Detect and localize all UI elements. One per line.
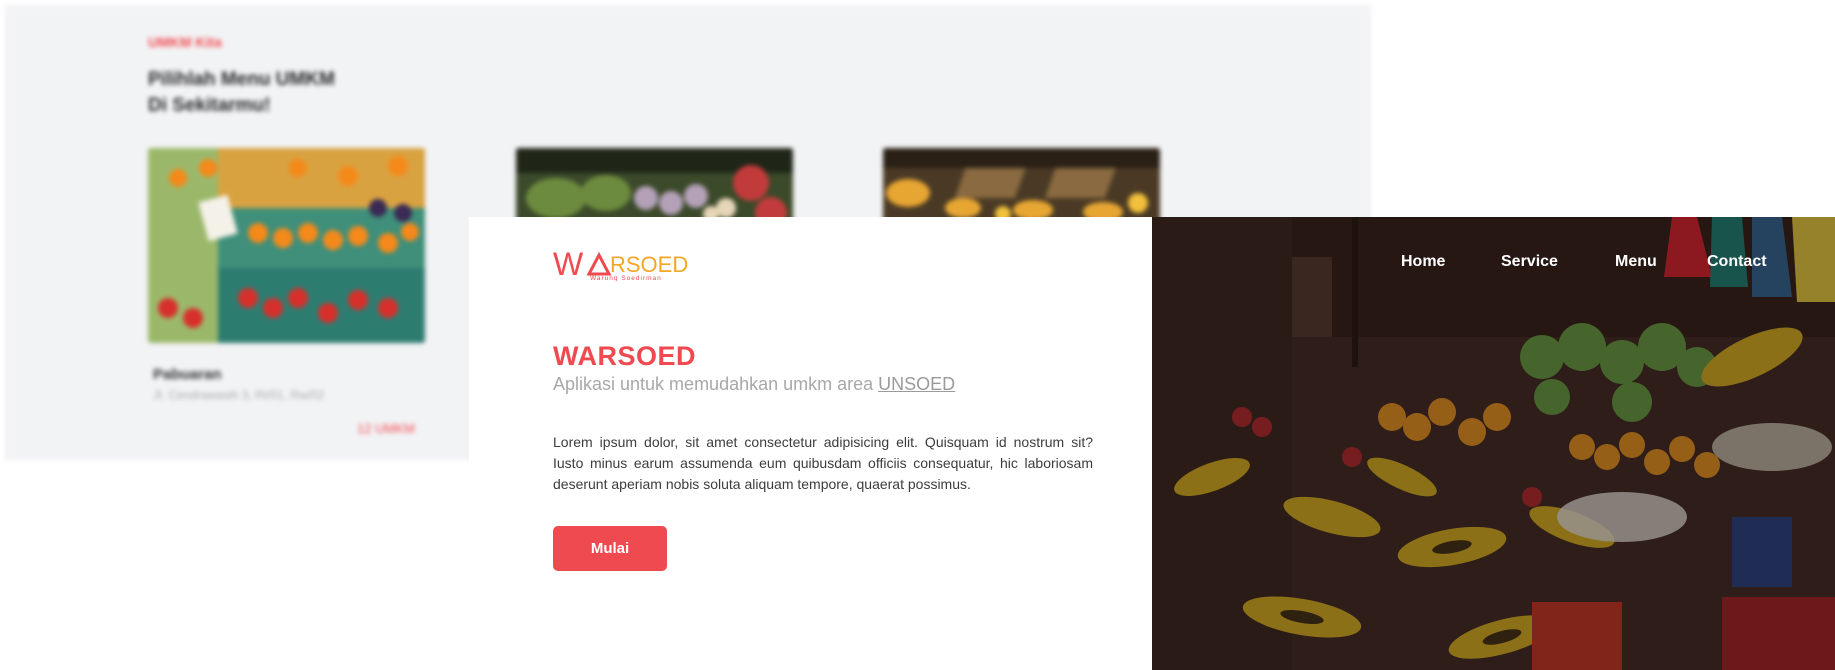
hero-subtitle-text: Aplikasi untuk memudahkan umkm area (553, 374, 879, 394)
warsoed-logo[interactable]: W RSOED Warung Soedirman (553, 245, 693, 282)
section-heading-line2: Di Sekitarmu! (148, 95, 271, 116)
svg-text:RSOED: RSOED (610, 252, 688, 277)
section-eyebrow: UMKM Kita (148, 34, 222, 50)
umkm-card-name: Pabuaran (153, 366, 222, 383)
hero-subtitle: Aplikasi untuk memudahkan umkm area UNSO… (553, 374, 955, 395)
hero-image-panel: Home Service Menu Contact (1152, 217, 1835, 670)
section-heading: Pilihlah Menu UMKM Di Sekitarmu! (148, 67, 335, 119)
hero-title: WARSOED (553, 341, 697, 371)
svg-text:W: W (553, 246, 584, 281)
section-heading-line1: Pilihlah Menu UMKM (148, 69, 335, 90)
hero-description: Lorem ipsum dolor, sit amet consectetur … (553, 434, 1093, 492)
unsoed-link[interactable]: UNSOED (878, 374, 955, 394)
nav-contact[interactable]: Contact (1707, 253, 1767, 271)
market-hero-photo (1152, 217, 1835, 670)
logo-mark-icon: W RSOED Warung Soedirman (553, 246, 688, 282)
mulai-button[interactable]: Mulai (553, 526, 667, 571)
umkm-card-count: 12 UMKM (357, 421, 415, 436)
nav-menu[interactable]: Menu (1615, 253, 1657, 271)
nav-home[interactable]: Home (1401, 253, 1445, 271)
hero-section: W RSOED Warung Soedirman WARSOED Aplikas… (469, 217, 1835, 670)
umkm-card-address: Jl. Cendrawasih 3, Rt/01, Rw/02 (153, 388, 325, 402)
svg-text:Warung Soedirman: Warung Soedirman (590, 275, 662, 281)
nav-service[interactable]: Service (1501, 253, 1558, 271)
umkm-card-image[interactable] (148, 148, 425, 343)
market-photo-1 (148, 148, 425, 343)
hero-content: W RSOED Warung Soedirman WARSOED Aplikas… (469, 217, 1152, 670)
